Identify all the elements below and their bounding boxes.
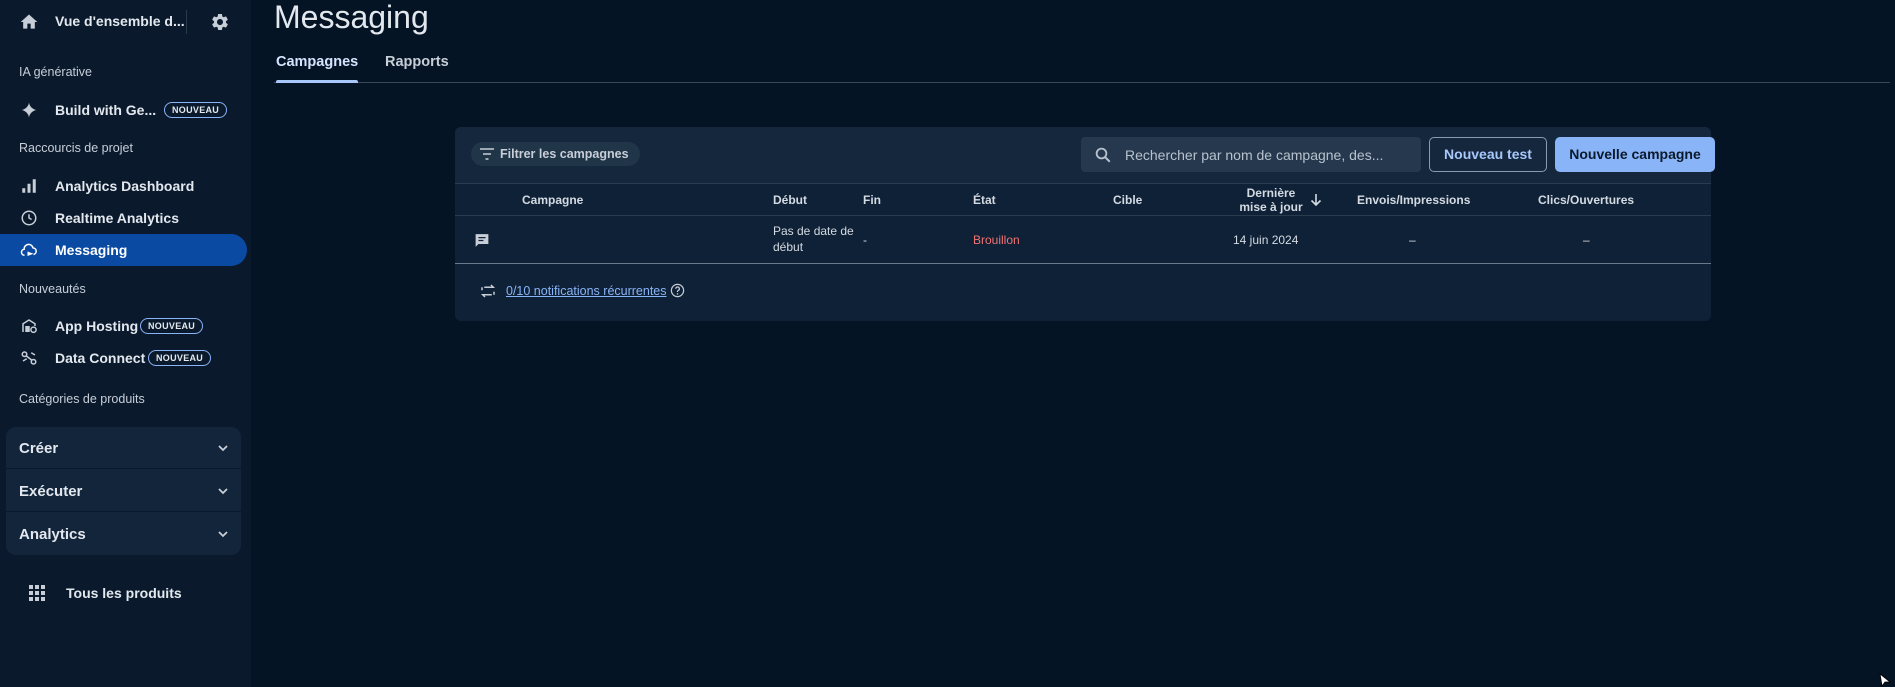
column-header-state[interactable]: État bbox=[973, 193, 996, 207]
cell-sends: – bbox=[1409, 233, 1416, 247]
mouse-cursor-icon bbox=[1879, 673, 1891, 687]
sidebar-item-label: Data Connect bbox=[55, 350, 146, 366]
column-header-last-updated[interactable]: Dernière mise à jour bbox=[1239, 186, 1303, 214]
column-header-start[interactable]: Début bbox=[773, 193, 807, 207]
cell-start: Pas de date de début bbox=[773, 223, 854, 255]
data-connect-icon bbox=[21, 351, 37, 365]
sidebar-item-realtime-analytics[interactable]: Realtime Analytics bbox=[0, 202, 247, 234]
search-icon bbox=[1095, 147, 1111, 163]
status-badge: Brouillon bbox=[973, 233, 1020, 247]
all-products-label: Tous les produits bbox=[66, 585, 182, 601]
table-row[interactable]: Pas de date de début - Brouillon 14 juin… bbox=[455, 216, 1711, 264]
column-header-clicks[interactable]: Clics/Ouvertures bbox=[1538, 193, 1634, 207]
table-header: Campagne Début Fin État Cible Dernière m… bbox=[455, 183, 1711, 216]
recurring-notifications-link[interactable]: 0/10 notifications récurrentes bbox=[506, 284, 667, 298]
search-placeholder: Rechercher par nom de campagne, des... bbox=[1125, 147, 1384, 163]
cell-last-updated: 14 juin 2024 bbox=[1233, 233, 1299, 247]
campaigns-card: Filtrer les campagnes Rechercher par nom… bbox=[455, 127, 1715, 321]
bar-chart-icon bbox=[22, 179, 36, 193]
header-line: Dernière bbox=[1246, 186, 1296, 200]
sidebar-item-label: Analytics Dashboard bbox=[55, 178, 195, 194]
sidebar-item-analytics-dashboard[interactable]: Analytics Dashboard bbox=[0, 170, 247, 202]
cell-line: Pas de date de bbox=[773, 224, 854, 238]
column-header-sends[interactable]: Envois/Impressions bbox=[1357, 193, 1470, 207]
sidebar-item-label: Realtime Analytics bbox=[55, 210, 179, 226]
tab-campaigns[interactable]: Campagnes bbox=[276, 54, 359, 83]
chevron-down-icon bbox=[218, 445, 228, 452]
column-header-target[interactable]: Cible bbox=[1113, 193, 1142, 207]
grid-icon bbox=[29, 585, 45, 601]
sidebar-item-label: Messaging bbox=[55, 242, 128, 258]
divider bbox=[186, 10, 187, 34]
chevron-down-icon bbox=[218, 488, 228, 495]
column-header-end[interactable]: Fin bbox=[863, 193, 881, 207]
section-label-categories: Catégories de produits bbox=[19, 392, 145, 406]
chevron-down-icon bbox=[218, 531, 228, 538]
filter-label: Filtrer les campagnes bbox=[500, 147, 629, 161]
sort-descending-icon[interactable] bbox=[1310, 193, 1322, 207]
hosting-icon bbox=[22, 319, 37, 334]
category-run[interactable]: Exécuter bbox=[6, 470, 241, 512]
product-categories: Créer Exécuter Analytics bbox=[6, 427, 241, 555]
sparkle-icon bbox=[21, 102, 37, 118]
sidebar: Vue d'ensemble d... IA générative Build … bbox=[0, 0, 251, 687]
category-analytics[interactable]: Analytics bbox=[6, 513, 241, 555]
section-label-new: Nouveautés bbox=[19, 282, 86, 296]
filter-icon bbox=[480, 148, 494, 160]
cell-line: début bbox=[773, 240, 804, 254]
project-header: Vue d'ensemble d... bbox=[0, 0, 251, 44]
repeat-icon bbox=[480, 284, 496, 298]
new-badge: NOUVEAU bbox=[148, 350, 212, 366]
cell-end: - bbox=[863, 233, 867, 247]
clock-icon bbox=[21, 210, 37, 226]
cell-clicks: – bbox=[1583, 233, 1590, 247]
all-products-link[interactable]: Tous les produits bbox=[0, 578, 247, 608]
sidebar-item-data-connect[interactable]: Data Connect NOUVEAU bbox=[0, 342, 247, 374]
filter-campaigns-button[interactable]: Filtrer les campagnes bbox=[471, 142, 640, 166]
tab-reports[interactable]: Rapports bbox=[385, 54, 449, 82]
project-overview-link[interactable]: Vue d'ensemble d... bbox=[55, 13, 185, 29]
campaigns-toolbar: Filtrer les campagnes Rechercher par nom… bbox=[455, 127, 1715, 183]
new-campaign-button[interactable]: Nouvelle campagne bbox=[1555, 137, 1715, 172]
category-label: Créer bbox=[19, 440, 59, 457]
category-label: Exécuter bbox=[19, 483, 83, 500]
category-label: Analytics bbox=[19, 526, 86, 543]
section-label-gen-ai: IA générative bbox=[19, 65, 92, 79]
home-icon[interactable] bbox=[19, 12, 39, 32]
sidebar-item-messaging[interactable]: Messaging bbox=[0, 234, 247, 266]
column-header-campaign[interactable]: Campagne bbox=[522, 193, 583, 207]
message-icon bbox=[475, 234, 489, 247]
sidebar-item-app-hosting[interactable]: App Hosting NOUVEAU bbox=[0, 310, 247, 342]
category-build[interactable]: Créer bbox=[6, 427, 241, 469]
tab-bar: Campagnes Rapports bbox=[274, 50, 1890, 83]
new-test-button[interactable]: Nouveau test bbox=[1429, 137, 1547, 172]
sidebar-item-label: App Hosting bbox=[55, 318, 139, 334]
gear-icon[interactable] bbox=[210, 12, 230, 32]
page-title: Messaging bbox=[274, 0, 429, 35]
new-badge: NOUVEAU bbox=[140, 318, 204, 334]
new-badge: NOUVEAU bbox=[164, 102, 228, 118]
search-input[interactable]: Rechercher par nom de campagne, des... bbox=[1081, 137, 1421, 172]
sidebar-item-build-with-gemini[interactable]: Build with Ge... NOUVEAU bbox=[0, 94, 247, 126]
section-label-shortcuts: Raccourcis de projet bbox=[19, 141, 133, 155]
help-icon[interactable] bbox=[670, 283, 685, 298]
header-line: mise à jour bbox=[1239, 200, 1303, 214]
cloud-message-icon bbox=[20, 243, 37, 257]
sidebar-item-label: Build with Ge... bbox=[55, 102, 157, 118]
